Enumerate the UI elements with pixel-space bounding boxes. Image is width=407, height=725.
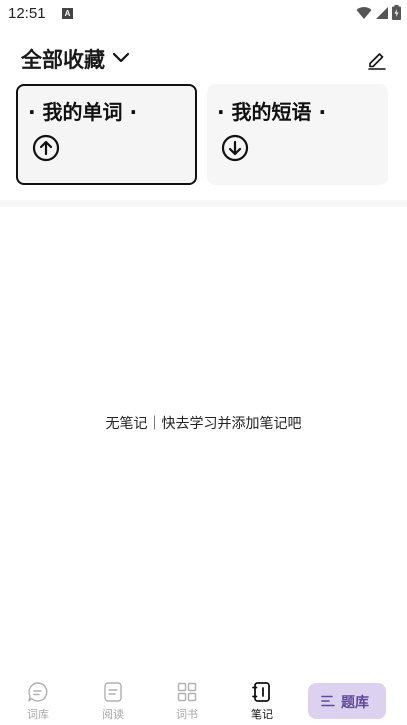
arrow-down-circle-icon[interactable] bbox=[221, 134, 249, 162]
signal-icon bbox=[376, 6, 388, 19]
status-bar: 12:51 A bbox=[0, 0, 407, 28]
status-time: 12:51 bbox=[8, 5, 46, 22]
bottom-tab-bar: 词库 阅读 词书 笔记 题库 bbox=[0, 675, 407, 725]
document-icon bbox=[104, 682, 122, 702]
tab-label: 词库 bbox=[27, 708, 49, 721]
my-words-label: · 我的单词 · bbox=[28, 100, 138, 124]
list-icon bbox=[321, 695, 335, 707]
tab-reading[interactable]: 阅读 bbox=[93, 679, 133, 723]
status-icons bbox=[356, 5, 401, 20]
a-icon: A bbox=[62, 8, 73, 19]
arrow-up-circle-icon[interactable] bbox=[32, 134, 60, 162]
chat-icon bbox=[28, 682, 48, 702]
tab-notes[interactable]: 笔记 bbox=[242, 679, 282, 723]
quiz-bank-label: 题库 bbox=[341, 695, 369, 711]
tab-label: 阅读 bbox=[102, 708, 124, 721]
tab-label: 词书 bbox=[176, 708, 198, 721]
my-words-card[interactable]: · 我的单词 · bbox=[16, 84, 197, 185]
edit-icon[interactable] bbox=[367, 50, 387, 70]
empty-state-text: 无笔记｜快去学习并添加笔记吧 bbox=[105, 416, 302, 432]
chevron-down-icon[interactable] bbox=[112, 52, 130, 64]
page-title[interactable]: 全部收藏 bbox=[21, 44, 105, 74]
battery-icon bbox=[392, 5, 401, 20]
tab-label: 笔记 bbox=[251, 708, 273, 721]
quiz-bank-button[interactable]: 题库 bbox=[308, 683, 386, 719]
tab-word-bank[interactable]: 词库 bbox=[18, 679, 58, 723]
header: 全部收藏 bbox=[0, 40, 407, 76]
wifi-icon bbox=[356, 6, 372, 19]
grid-icon bbox=[177, 682, 197, 702]
tab-wordbook[interactable]: 词书 bbox=[167, 679, 207, 723]
section-divider bbox=[0, 200, 407, 207]
notebook-icon bbox=[252, 682, 270, 702]
my-phrases-card[interactable]: · 我的短语 · bbox=[207, 84, 388, 185]
my-phrases-label: · 我的短语 · bbox=[217, 100, 327, 124]
